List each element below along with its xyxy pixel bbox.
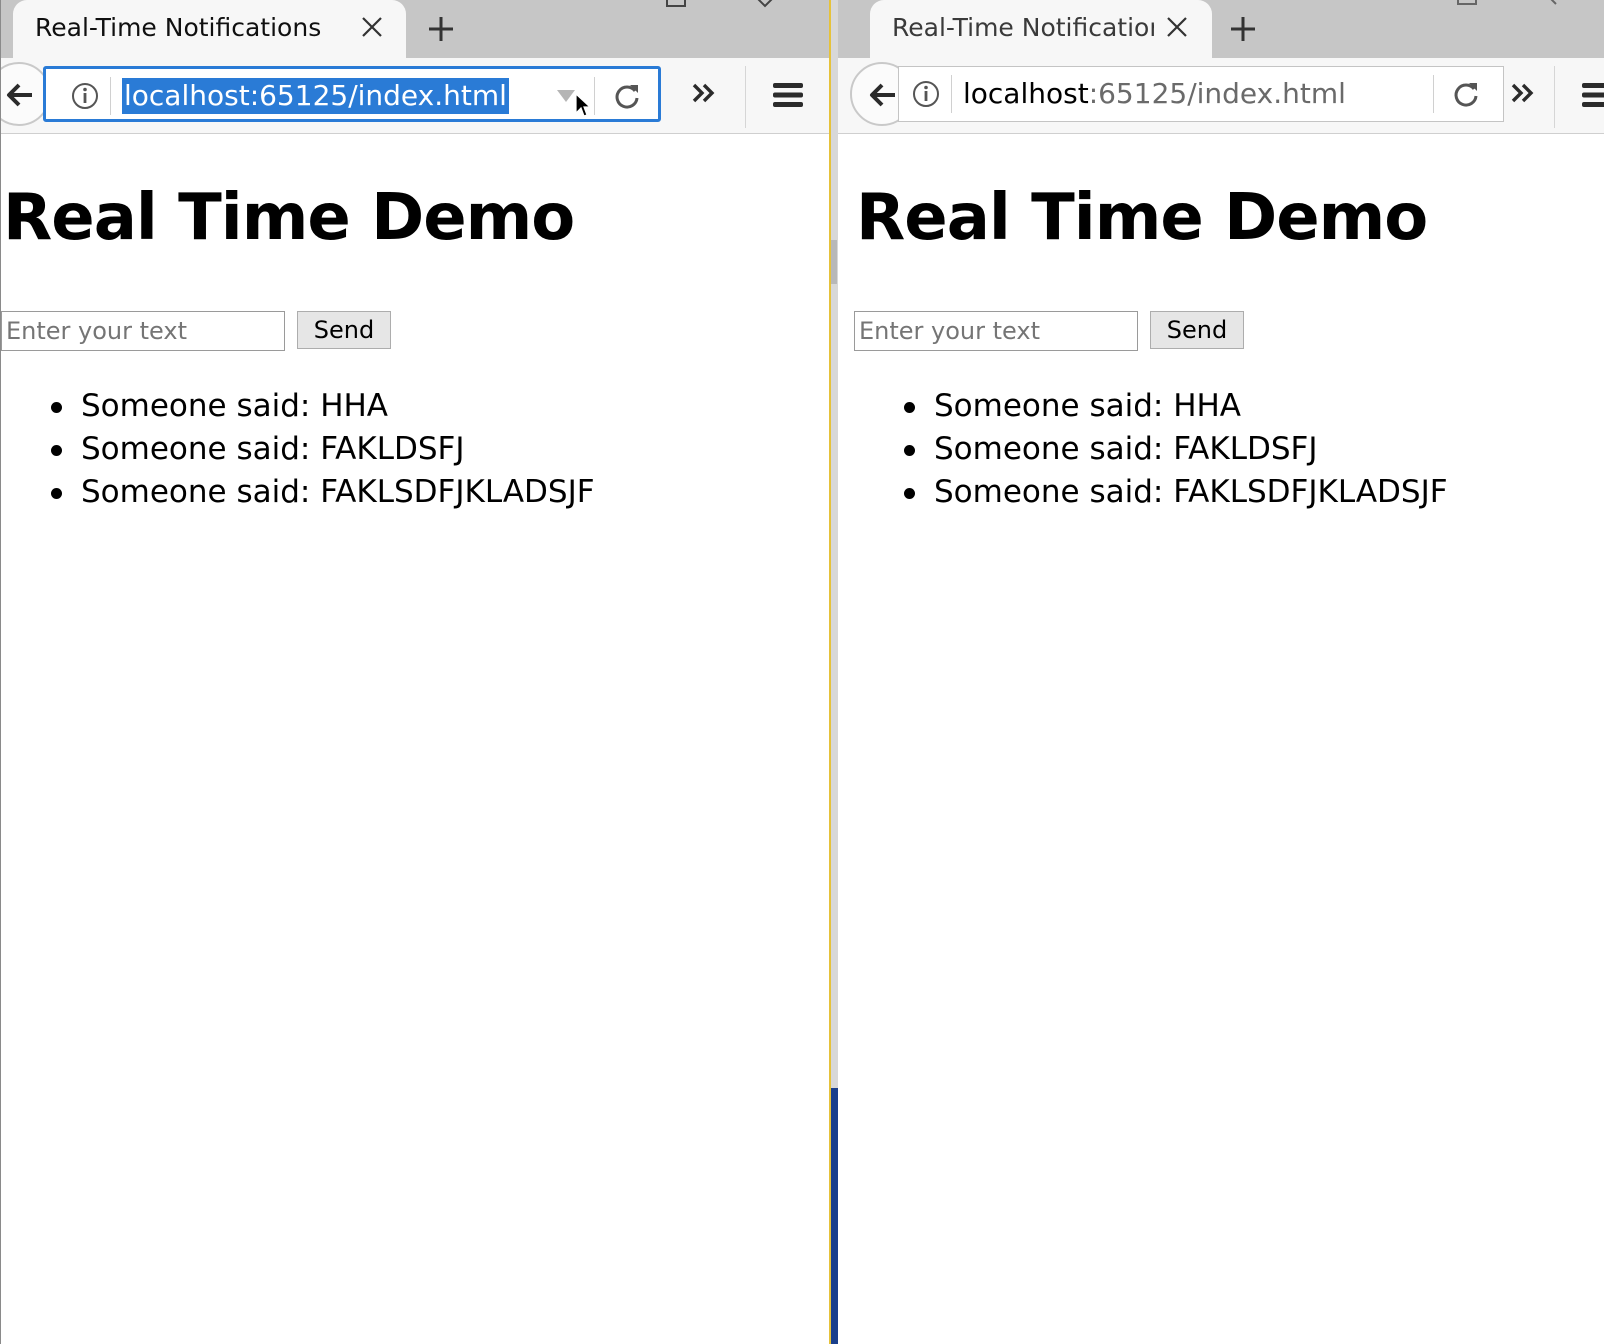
restore-icon[interactable] [665, 0, 687, 8]
info-icon[interactable] [70, 81, 100, 111]
page-content: Real Time Demo Send Someone said: HHA So… [838, 135, 1604, 1344]
tab-strip: Real-Time Notifications [838, 0, 1604, 58]
plus-icon[interactable] [424, 12, 458, 46]
tab-strip: Real-Time Notifications [1, 0, 829, 58]
close-icon[interactable] [357, 12, 387, 42]
taskbar-edge [831, 1088, 838, 1344]
page-title: Real Time Demo [3, 181, 575, 255]
browser-window-left: Real-Time Notifications localhost:65125/… [0, 0, 829, 1344]
toolbar-separator [1554, 66, 1555, 128]
chevron-double-right-icon[interactable] [689, 78, 719, 108]
list-item: Someone said: FAKLDSFJ [51, 428, 595, 471]
tab-title: Real-Time Notifications [892, 13, 1154, 42]
url-separator [951, 75, 952, 113]
send-button[interactable]: Send [297, 311, 391, 349]
window-close-icon[interactable] [753, 0, 777, 8]
url-path: :65125/index.html [249, 79, 507, 112]
scrollbar-thumb[interactable] [831, 240, 837, 284]
url-path: :65125/index.html [1088, 77, 1346, 110]
mouse-cursor-icon [575, 93, 592, 117]
url-text[interactable]: localhost:65125/index.html [963, 76, 1346, 112]
back-arrow-icon [7, 83, 32, 107]
url-host: localhost [963, 77, 1089, 110]
list-item: Someone said: HHA [51, 385, 595, 428]
list-item: Someone said: FAKLDSFJ [904, 428, 1448, 471]
message-input[interactable] [854, 311, 1138, 351]
url-text-selected[interactable]: localhost:65125/index.html [122, 78, 509, 114]
toolbar-separator [745, 66, 746, 128]
tab-title: Real-Time Notifications [35, 13, 322, 42]
list-item: Someone said: FAKLSDFJKLADSJF [904, 471, 1448, 514]
window-close-icon[interactable] [1542, 0, 1566, 8]
hamburger-menu-icon[interactable] [1580, 80, 1604, 110]
plus-icon[interactable] [1226, 12, 1260, 46]
list-item: Someone said: FAKLSDFJKLADSJF [51, 471, 595, 514]
url-host: localhost [124, 79, 250, 112]
reload-icon[interactable] [1451, 79, 1481, 109]
navigation-toolbar: localhost:65125/index.html [838, 58, 1604, 134]
page-content: Real Time Demo Send Someone said: HHA So… [1, 135, 829, 1344]
send-button[interactable]: Send [1150, 311, 1244, 349]
url-bar[interactable]: localhost:65125/index.html [898, 66, 1504, 122]
reload-icon[interactable] [612, 81, 642, 111]
chevron-double-right-icon[interactable] [1508, 78, 1538, 108]
url-separator [594, 77, 595, 115]
page-title: Real Time Demo [856, 181, 1428, 255]
navigation-toolbar: localhost:65125/index.html [1, 58, 829, 134]
hamburger-menu-icon[interactable] [771, 80, 805, 110]
url-separator [1433, 75, 1434, 113]
close-icon[interactable] [1162, 12, 1192, 42]
tab-active[interactable]: Real-Time Notifications [13, 0, 406, 58]
back-arrow-icon [870, 83, 895, 107]
tab-active[interactable]: Real-Time Notifications [870, 0, 1212, 58]
url-separator [110, 77, 111, 115]
message-list: Someone said: HHA Someone said: FAKLDSFJ… [51, 385, 595, 514]
message-input[interactable] [1, 311, 285, 351]
browser-window-right: Real-Time Notifications localhost:65125/… [838, 0, 1604, 1344]
url-bar[interactable]: localhost:65125/index.html [43, 66, 661, 122]
message-list: Someone said: HHA Someone said: FAKLDSFJ… [904, 385, 1448, 514]
dropdown-arrow-icon[interactable] [556, 89, 576, 103]
restore-icon[interactable] [1456, 0, 1478, 8]
list-item: Someone said: HHA [904, 385, 1448, 428]
info-icon[interactable] [911, 79, 941, 109]
window-divider [829, 0, 838, 1344]
